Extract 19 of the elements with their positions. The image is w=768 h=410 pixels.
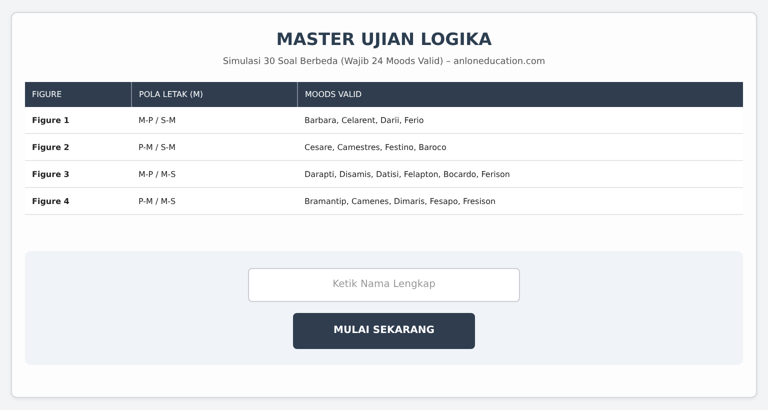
table-cell: M-P / S-M bbox=[132, 107, 298, 134]
table-cell: Darapti, Disamis, Datisi, Felapton, Bocardo, Ferison bbox=[298, 160, 743, 188]
table-cell: P-M / M-S bbox=[132, 188, 298, 214]
column-header: MOODS VALID bbox=[298, 82, 743, 107]
table-cell: Figure 1 bbox=[25, 107, 132, 134]
page-title: MASTER UJIAN LOGIKA bbox=[275, 29, 493, 51]
table-cell: Figure 4 bbox=[25, 188, 132, 214]
table-cell: Bramantip, Camenes, Dimaris, Fesapo, Fresison bbox=[298, 188, 743, 214]
name-input-field[interactable]: Ketik Nama Lengkap bbox=[248, 268, 520, 302]
table-cell: Figure 2 bbox=[25, 134, 132, 160]
table-cell: Barbara, Celarent, Darii, Ferio bbox=[298, 107, 743, 134]
table-cell: M-P / M-S bbox=[132, 160, 298, 188]
start-button[interactable]: MULAI SEKARANG bbox=[293, 312, 475, 348]
column-header: FIGURE bbox=[25, 82, 132, 107]
column-header: POLA LETAK (M) bbox=[132, 82, 298, 107]
page-subtitle: Simulasi 30 Soal Berbeda (Wajib 24 Moods Valid) – anloneducation.com bbox=[222, 56, 546, 68]
table-cell: Cesare, Camestres, Festino, Baroco bbox=[298, 134, 743, 160]
table-cell: P-M / S-M bbox=[132, 134, 298, 160]
table-cell: Figure 3 bbox=[25, 160, 132, 188]
